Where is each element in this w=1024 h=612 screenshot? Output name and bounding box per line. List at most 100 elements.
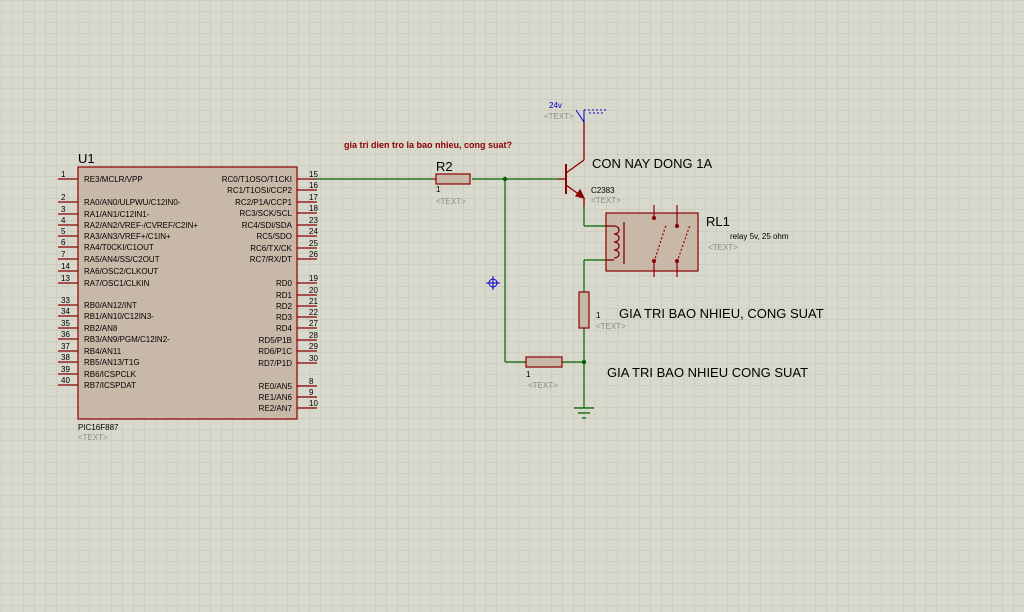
r2-value: 1 (436, 185, 441, 194)
annotation-resistor-note-1: GIA TRI BAO NHIEU, CONG SUAT (619, 306, 824, 321)
u1-pin-name: RB2/AN8 (84, 324, 118, 333)
u1-pin-number: 40 (61, 376, 70, 385)
u1-pin-name: RD5/P1B (259, 336, 292, 345)
junction-dot (581, 359, 587, 365)
r2-designator: R2 (436, 159, 453, 174)
u1-pin-number: 34 (61, 307, 70, 316)
u1-pin-number: 5 (61, 227, 66, 236)
u1-pin-name: RA3/AN3/VREF+/C1IN+ (84, 232, 171, 241)
u1-pin-name: RE1/AN6 (259, 393, 293, 402)
r2-body[interactable] (435, 173, 471, 185)
u1-pin-name: RC7/RX/DT (250, 255, 292, 264)
u1-pin-name: RB3/AN9/PGM/C12IN2- (84, 335, 170, 344)
u1-pin-name: RC4/SDI/SDA (242, 221, 293, 230)
junction-dot (502, 176, 508, 182)
u1-pin-name: RD6/P1C (258, 347, 292, 356)
u1-pin-number: 36 (61, 330, 70, 339)
annotation-transistor-note: CON NAY DONG 1A (592, 156, 712, 171)
u1-pin-number: 21 (309, 297, 318, 306)
u1-pin-number: 26 (309, 250, 318, 259)
u1-pin-number: 16 (309, 181, 318, 190)
u1-pin-number: 6 (61, 238, 66, 247)
u1-pin-name: RE0/AN5 (259, 382, 293, 391)
u1-pin-name: RD0 (276, 279, 293, 288)
supply-label: 24v (549, 101, 562, 110)
u1-pin-number: 4 (61, 216, 66, 225)
transistor-part: C2383 (591, 186, 615, 195)
u1-pin-number: 39 (61, 365, 70, 374)
u1-pin-number: 8 (309, 377, 314, 386)
u1-pin-name: RA0/AN0/ULPWU/C12IN0- (84, 198, 181, 207)
u1-pin-name: RC1/T1OSI/CCP2 (227, 186, 292, 195)
u1-pin-number: 28 (309, 331, 318, 340)
resistor-series-text-placeholder: <TEXT> (596, 322, 626, 331)
u1-pin-name: RA1/AN1/C12IN1- (84, 210, 150, 219)
u1-pin-name: RC2/P1A/CCP1 (235, 198, 292, 207)
u1-pin-name: RB1/AN10/C12IN3- (84, 312, 154, 321)
u1-pin-number: 19 (309, 274, 318, 283)
supply-text-placeholder: <TEXT> (544, 112, 574, 121)
u1-pin-name: RD7/P1D (258, 359, 292, 368)
r2-text-placeholder: <TEXT> (436, 197, 466, 206)
resistor-bottom-value: 1 (526, 370, 531, 379)
u1-pin-number: 18 (309, 204, 318, 213)
u1-part-label: PIC16F887 (78, 423, 119, 432)
resistor-bottom-text-placeholder: <TEXT> (528, 381, 558, 390)
u1-pin-number: 7 (61, 250, 66, 259)
u1-pin-name: RC3/SCK/SCL (240, 209, 293, 218)
resistor-series-body[interactable] (578, 291, 590, 329)
u1-pin-number: 9 (309, 388, 314, 397)
u1-pin-number: 37 (61, 342, 70, 351)
u1-pin-number: 24 (309, 227, 318, 236)
u1-pin-name: RC0/T1OSO/T1CKI (222, 175, 292, 184)
u1-pin-name: RB7/ICSPDAT (84, 381, 136, 390)
u1-pin-number: 13 (61, 274, 70, 283)
u1-pin-number: 22 (309, 308, 318, 317)
u1-pin-number: 14 (61, 262, 70, 271)
u1-pin-number: 17 (309, 193, 318, 202)
resistor-bottom-body[interactable] (525, 356, 563, 368)
u1-pin-name: RC6/TX/CK (250, 244, 292, 253)
u1-text-placeholder: <TEXT> (78, 433, 108, 442)
resistor-series-value: 1 (596, 311, 601, 320)
u1-pin-name: RD3 (276, 313, 293, 322)
relay-text-placeholder: <TEXT> (708, 243, 738, 252)
u1-pin-name: RD2 (276, 302, 293, 311)
u1-pin-number: 25 (309, 239, 318, 248)
relay-value: relay 5v, 25 ohm (730, 232, 789, 241)
u1-pin-number: 35 (61, 319, 70, 328)
u1-pin-number: 3 (61, 205, 66, 214)
annotation-question-top: gia tri dien tro la bao nhieu, cong suat… (344, 140, 512, 150)
relay-designator: RL1 (706, 214, 730, 229)
u1-pin-name: RA5/AN4/SS/C2OUT (84, 255, 160, 264)
u1-pin-number: 23 (309, 216, 318, 225)
schematic-canvas[interactable]: U1 1 RE3/MCLR/VPP 2 RA0/AN0/ULPWU/C12IN0- 3 R… (0, 0, 1024, 612)
u1-pin-name: RB4/AN11 (84, 347, 122, 356)
u1-designator: U1 (78, 151, 95, 166)
u1-pin-name: RA6/OSC2/CLKOUT (84, 267, 158, 276)
u1-pin-number: 38 (61, 353, 70, 362)
u1-pin-name: RA7/OSC1/CLKIN (84, 279, 150, 288)
u1-pin-number: 10 (309, 399, 318, 408)
u1-pin-name: RD1 (276, 291, 293, 300)
u1-pin-number: 29 (309, 342, 318, 351)
u1-microcontroller[interactable]: U1 1 RE3/MCLR/VPP 2 RA0/AN0/ULPWU/C12IN0- 3 R… (58, 151, 318, 442)
u1-pin-number: 15 (309, 170, 318, 179)
u1-pin-name: RE3/MCLR/VPP (84, 175, 143, 184)
u1-pin-number: 30 (309, 354, 318, 363)
u1-pin-number: 2 (61, 193, 66, 202)
u1-pin-number: 33 (61, 296, 70, 305)
annotation-resistor-note-2: GIA TRI BAO NHIEU CONG SUAT (607, 365, 808, 380)
u1-pin-name: RB6/ICSPCLK (84, 370, 137, 379)
u1-pin-name: RE2/AN7 (259, 404, 293, 413)
u1-pin-name: RC5/SDO (256, 232, 292, 241)
u1-pin-name: RA4/T0CKI/C1OUT (84, 243, 154, 252)
u1-pin-number: 1 (61, 170, 66, 179)
u1-pin-number: 27 (309, 319, 318, 328)
transistor-text-placeholder: <TEXT> (591, 196, 621, 205)
u1-pin-name: RB5/AN13/T1G (84, 358, 140, 367)
u1-pin-number: 20 (309, 286, 318, 295)
u1-pin-name: RA2/AN2/VREF-/CVREF/C2IN+ (84, 221, 198, 230)
u1-pin-name: RD4 (276, 324, 293, 333)
u1-pin-name: RB0/AN12/INT (84, 301, 137, 310)
